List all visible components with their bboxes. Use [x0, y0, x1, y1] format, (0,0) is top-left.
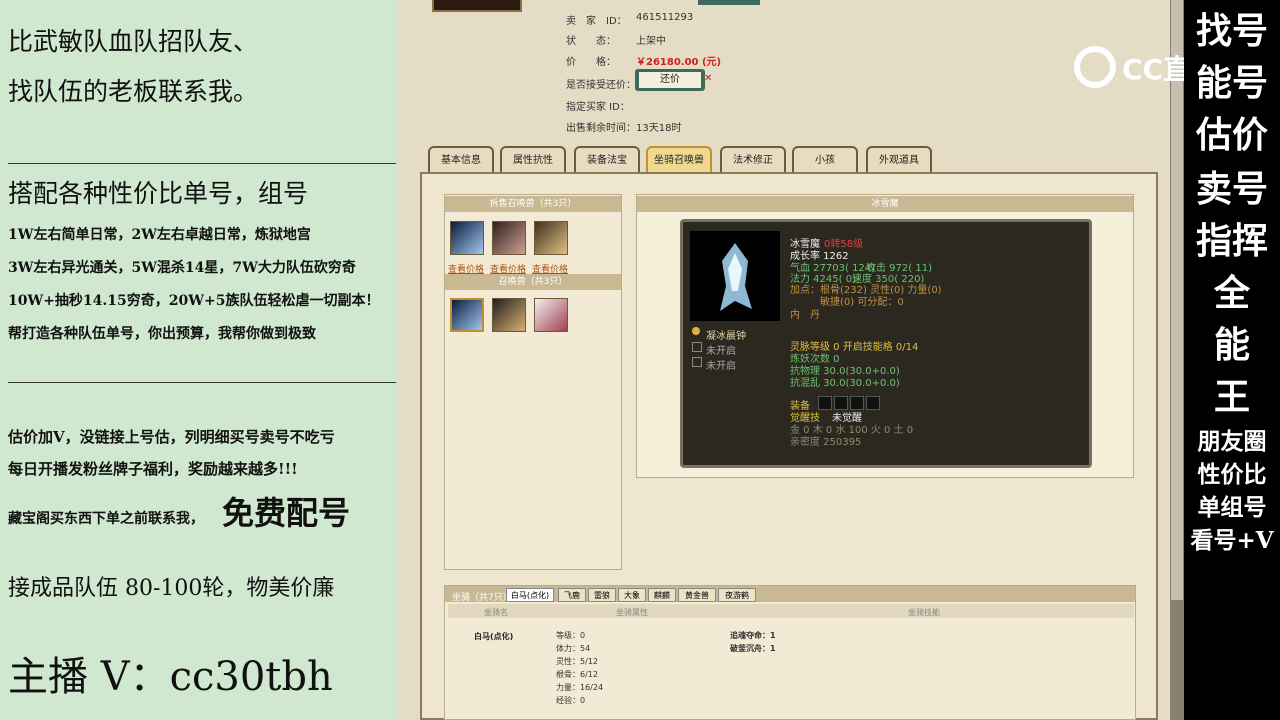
ad-char: 找号 [1195, 10, 1268, 52]
service-line-4: 帮打造各种队伍单号，你出预算，我帮你做到极致 [8, 326, 316, 342]
equip-slot[interactable] [850, 396, 864, 410]
time-value: 13天18时 [636, 123, 682, 134]
ad-char: 王 [1213, 376, 1250, 418]
service-heading: 搭配各种性价比单号，组号 [8, 179, 309, 208]
split-pets-header: 拆售召唤兽（共3只） [445, 196, 621, 212]
ad-char: 卖号 [1195, 168, 1268, 210]
counter-offer-label: 是否接受还价： [566, 80, 636, 91]
counter-offer-label-text: 还价 [639, 72, 701, 88]
chaos-resist: 抗混乱 30.0(30.0+0.0) [790, 378, 900, 389]
mount-stat: 经验：0 [556, 696, 586, 705]
service-line-3: 10W+抽秒14.15穷奇，20W+5族队伍轻松虐一切副本！ [8, 293, 380, 309]
pet-thumb-warrior[interactable] [534, 221, 568, 255]
col-mount-name: 坐骑名 [484, 608, 508, 617]
pet-detail-header: 冰雪魔 [637, 196, 1133, 212]
valuation-text: 估价加V，没链接上号估，列明细买号卖号不吃亏 [8, 428, 335, 446]
status-value: 上架中 [636, 36, 666, 47]
equip-slot[interactable] [866, 396, 880, 410]
top-button[interactable] [698, 0, 760, 5]
mount-tab-elephant[interactable]: 大象 [618, 588, 646, 602]
mount-tab-crane[interactable]: 夜游鹤 [718, 588, 756, 602]
shop-contact-text: 藏宝阁买东西下单之前联系我， [8, 511, 204, 527]
mount-table-header [448, 604, 1134, 618]
skill-slot-icon [692, 357, 702, 367]
mount-tab-qilin[interactable]: 麒麟 [648, 588, 676, 602]
mount-tab-white-horse[interactable]: 白马(点化) [506, 588, 554, 602]
streamer-ad-panel: 找号 能号 估价 卖号 指挥 全 能 王 朋友圈 性价比 单组号 看号+V [1184, 0, 1280, 720]
equip-slot[interactable] [818, 396, 832, 410]
pet-thumb-ice-demon-selected[interactable] [450, 298, 484, 332]
ad-char: 全 [1213, 272, 1250, 314]
price-label: 价 格： [566, 57, 616, 68]
skill-3: 未开启 [706, 361, 736, 372]
tab-attributes[interactable]: 属性抗性 [500, 146, 566, 172]
pets-header: 召唤兽（共3只） [445, 274, 621, 290]
tab-equipment[interactable]: 装备法宝 [574, 146, 640, 172]
skill-1: 凝冰晨钟 [706, 331, 746, 342]
divider [8, 163, 396, 164]
pet-thumb-lady[interactable] [492, 298, 526, 332]
pet-thumb-ice-demon[interactable] [450, 221, 484, 255]
mount-skill: 破釜沉舟：1 [730, 644, 776, 653]
attribute-points-2: 敏捷(0) 可分配：0 [820, 297, 904, 308]
ad-line: 单组号 [1197, 494, 1267, 521]
price-value: ￥26180.00 (元) [636, 57, 722, 68]
daily-bonus-text: 每日开播发粉丝牌子福利，奖励越来越多!!! [8, 460, 298, 478]
skill-slot-icon [692, 342, 702, 352]
ice-demon-image [720, 243, 752, 311]
tab-appearance[interactable]: 外观道具 [866, 146, 932, 172]
time-label: 出售剩余时间： [566, 123, 636, 134]
item-icon-frame [432, 0, 522, 12]
pet-thumb-fox[interactable] [534, 298, 568, 332]
ad-line: 性价比 [1197, 461, 1267, 488]
service-line-1: 1W左右简单日常，2W左右卓越日常，炼狱地宫 [8, 227, 311, 243]
recruit-text-2: 找队伍的老板联系我。 [8, 77, 259, 106]
status-label: 状 态： [566, 36, 616, 47]
ad-char: 能号 [1195, 62, 1268, 104]
ad-char: 能 [1213, 324, 1250, 366]
col-mount-attrs: 坐骑属性 [616, 608, 648, 617]
tab-children[interactable]: 小孩 [792, 146, 858, 172]
counter-offer-button[interactable]: 还价 [635, 69, 705, 91]
skill-icon [692, 327, 700, 335]
col-mount-skills: 坐骑技能 [908, 608, 940, 617]
mount-stat: 根骨：6/12 [556, 670, 598, 679]
streamer-contact: 主播 V：cc30tbh [8, 654, 333, 700]
team-offer-text: 接成品队伍 80-100轮，物美价廉 [8, 576, 335, 601]
mount-stat: 等级：0 [556, 631, 586, 640]
close-icon[interactable]: ✕ [704, 73, 712, 84]
recruit-text-1: 比武敏队血队招队友、 [8, 27, 259, 56]
mount-stat: 力量：16/24 [556, 683, 604, 692]
pet-thumb-maiden[interactable] [492, 221, 526, 255]
mount-tab-deer[interactable]: 飞鹿 [558, 588, 586, 602]
mount-count: 坐骑（共7只） [452, 593, 512, 603]
mount-tab-golden-beast[interactable]: 黄金兽 [678, 588, 716, 602]
skill-2: 未开启 [706, 346, 736, 357]
mount-stat: 灵性：5/12 [556, 657, 598, 666]
streamer-info-panel: 比武敏队血队招队友、 找队伍的老板联系我。 搭配各种性价比单号，组号 1W左右简… [0, 0, 398, 720]
ad-line: 朋友圈 [1197, 428, 1267, 455]
tab-basic-info[interactable]: 基本信息 [428, 146, 494, 172]
mount-stat: 体力：54 [556, 644, 591, 653]
free-match-text: 免费配号 [222, 494, 351, 532]
mount-tab-wolf[interactable]: 雷狼 [588, 588, 616, 602]
divider [8, 382, 396, 383]
tab-spell-mods[interactable]: 法术修正 [720, 146, 786, 172]
intimacy: 亲密度 250395 [790, 437, 862, 448]
tab-mounts-pets[interactable]: 坐骑召唤兽 [646, 146, 712, 172]
designated-buyer-label: 指定买家 ID： [566, 102, 630, 113]
seller-label: 卖 家 ID： [566, 16, 627, 27]
ad-char: 指挥 [1195, 220, 1268, 262]
ad-char: 估价 [1195, 114, 1268, 156]
mount-name: 白马(点化) [474, 632, 514, 641]
mount-skill: 追魂夺命：1 [730, 631, 776, 640]
equip-slot[interactable] [834, 396, 848, 410]
cc-logo-icon [1074, 46, 1116, 88]
seller-id: 461511293 [636, 12, 694, 23]
game-trade-window: 卖 家 ID： 461511293 状 态： 上架中 价 格： ￥26180.0… [398, 0, 1184, 720]
pet-portrait [690, 231, 780, 321]
ad-line: 看号+V [1190, 527, 1274, 554]
inner-core: 内 丹 [790, 310, 820, 321]
service-line-2: 3W左右异光通关，5W混杀14星，7W大力队伍砍穷奇 [8, 260, 356, 276]
